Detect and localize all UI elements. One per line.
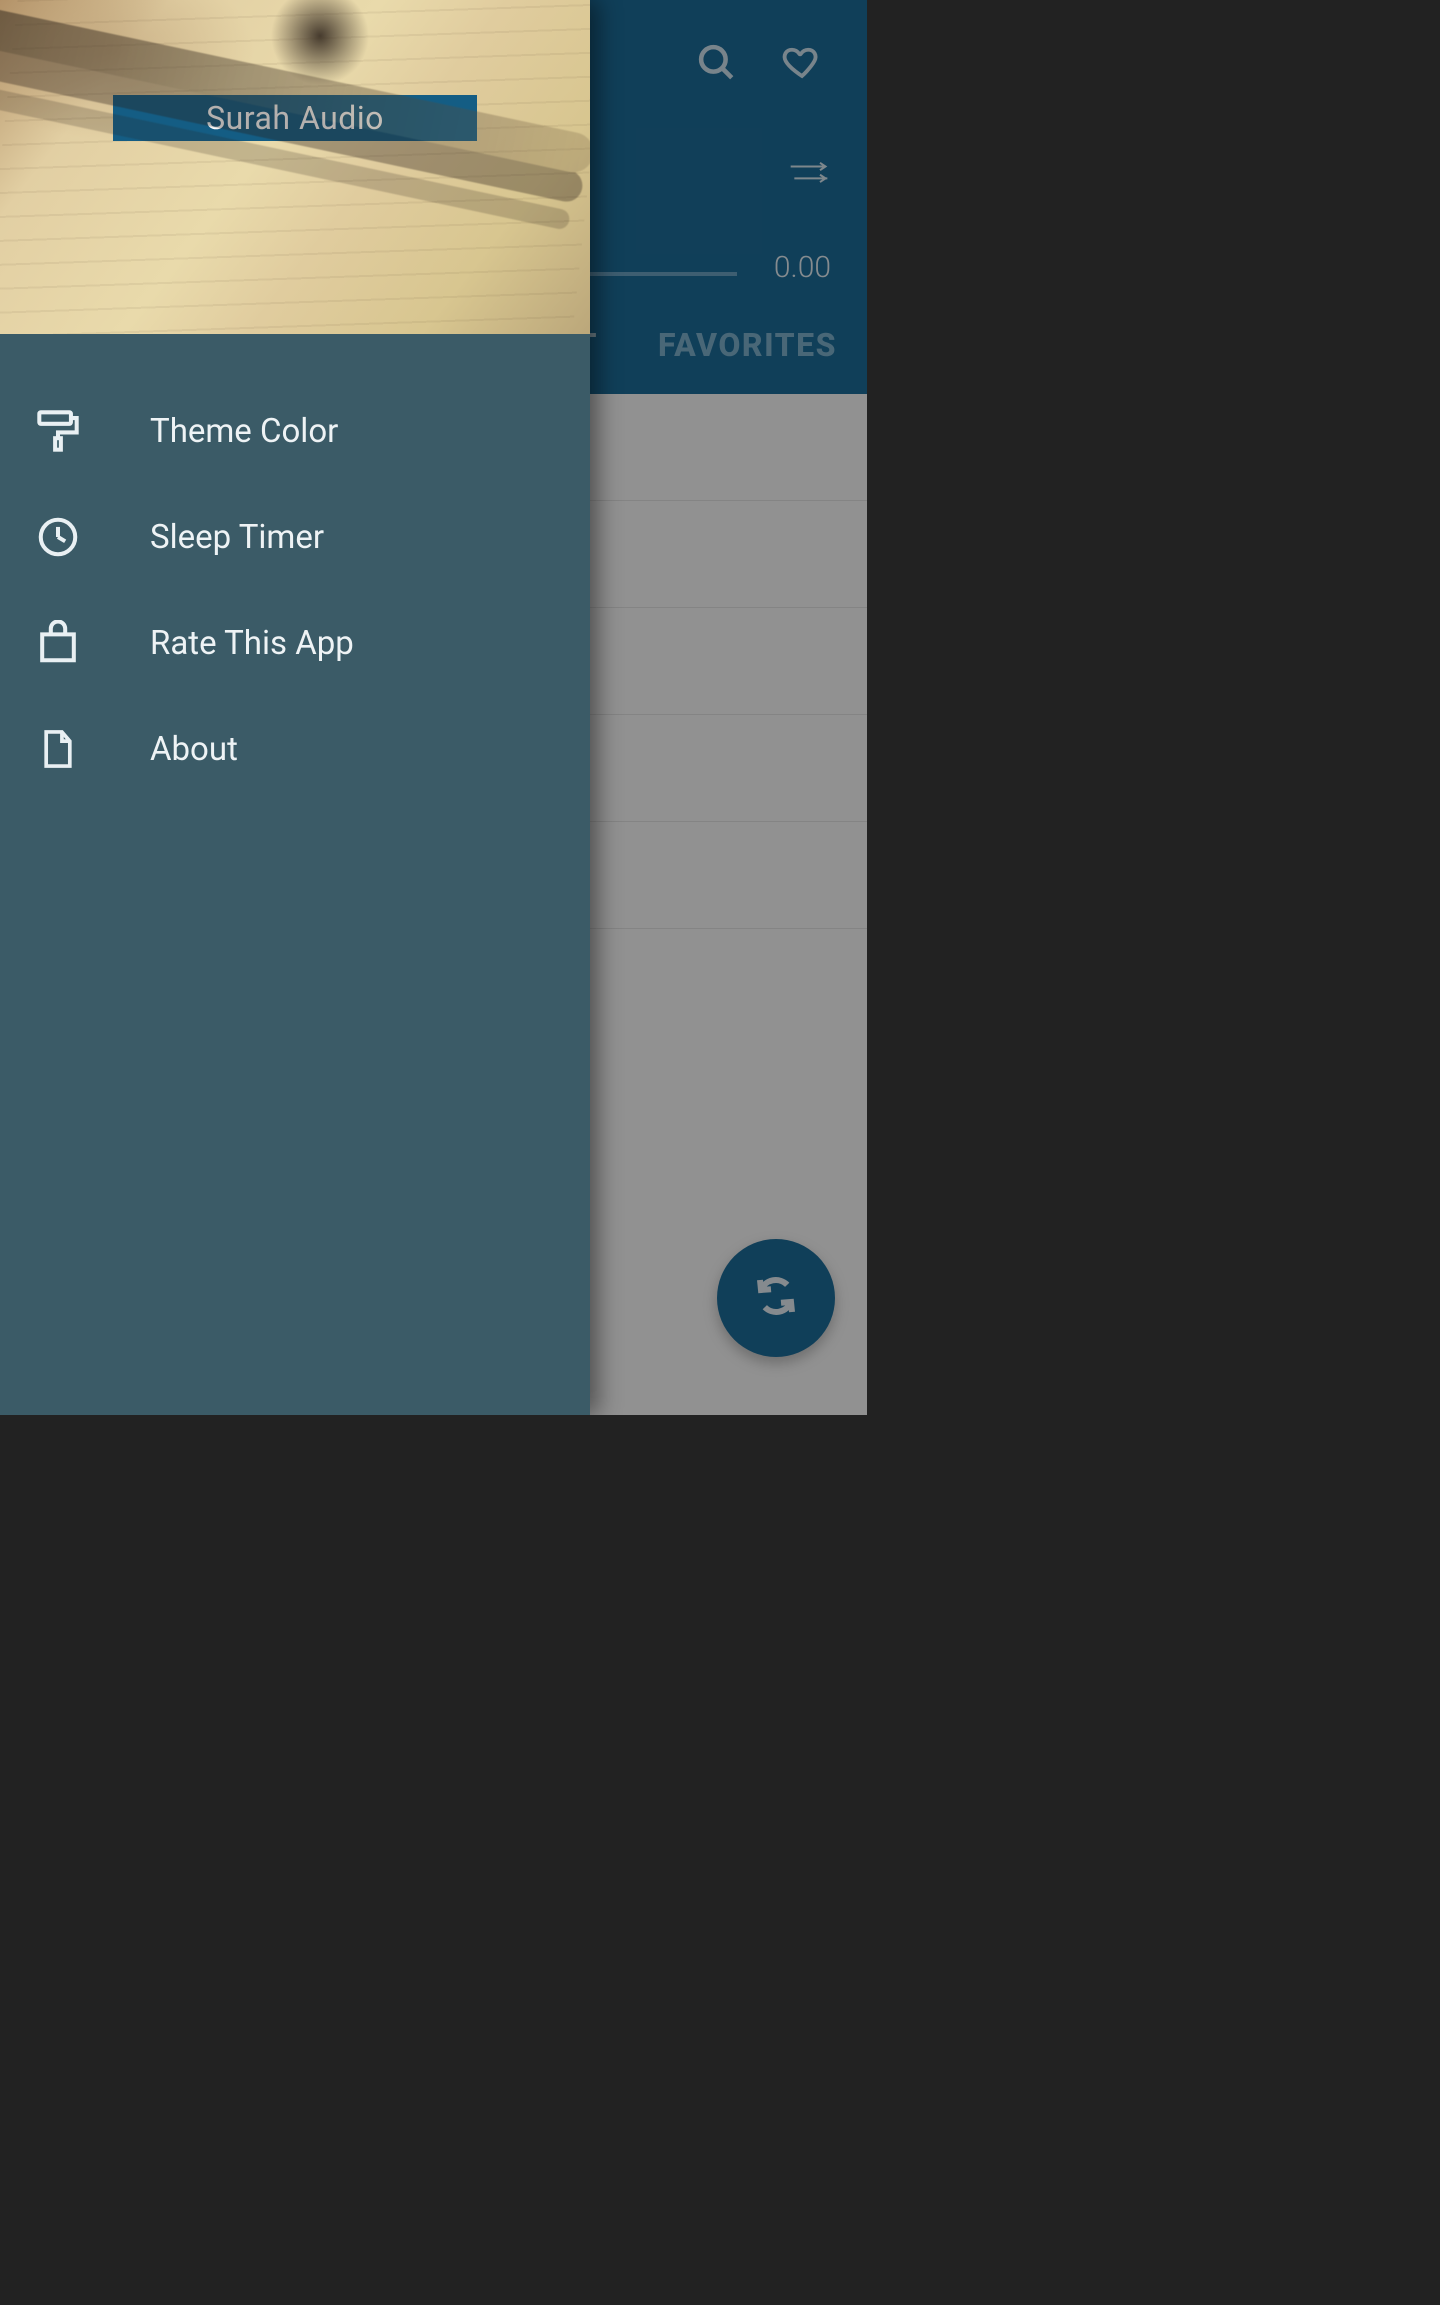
navigation-drawer: Surah Audio Theme Color bbox=[0, 0, 590, 1415]
drawer-item-sleep-timer[interactable]: Sleep Timer bbox=[0, 484, 590, 590]
drawer-scrim[interactable] bbox=[590, 0, 867, 1415]
drawer-item-label: Theme Color bbox=[150, 412, 338, 451]
shopping-bag-icon bbox=[34, 619, 82, 667]
drawer-item-rate-app[interactable]: Rate This App bbox=[0, 590, 590, 696]
drawer-item-label: Rate This App bbox=[150, 624, 354, 663]
drawer-item-label: About bbox=[150, 730, 238, 769]
drawer-title: Surah Audio bbox=[113, 95, 477, 141]
drawer-menu: Theme Color Sleep Timer bbox=[0, 334, 590, 802]
drawer-header: Surah Audio bbox=[0, 0, 590, 334]
clock-icon bbox=[34, 513, 82, 561]
drawer-item-about[interactable]: About bbox=[0, 696, 590, 802]
app-screen: 0.00 ST FAVORITES Surah Audio bbox=[0, 0, 867, 1415]
drawer-item-theme-color[interactable]: Theme Color bbox=[0, 378, 590, 484]
file-icon bbox=[34, 725, 82, 773]
paint-roller-icon bbox=[34, 407, 82, 455]
drawer-item-label: Sleep Timer bbox=[150, 518, 324, 557]
